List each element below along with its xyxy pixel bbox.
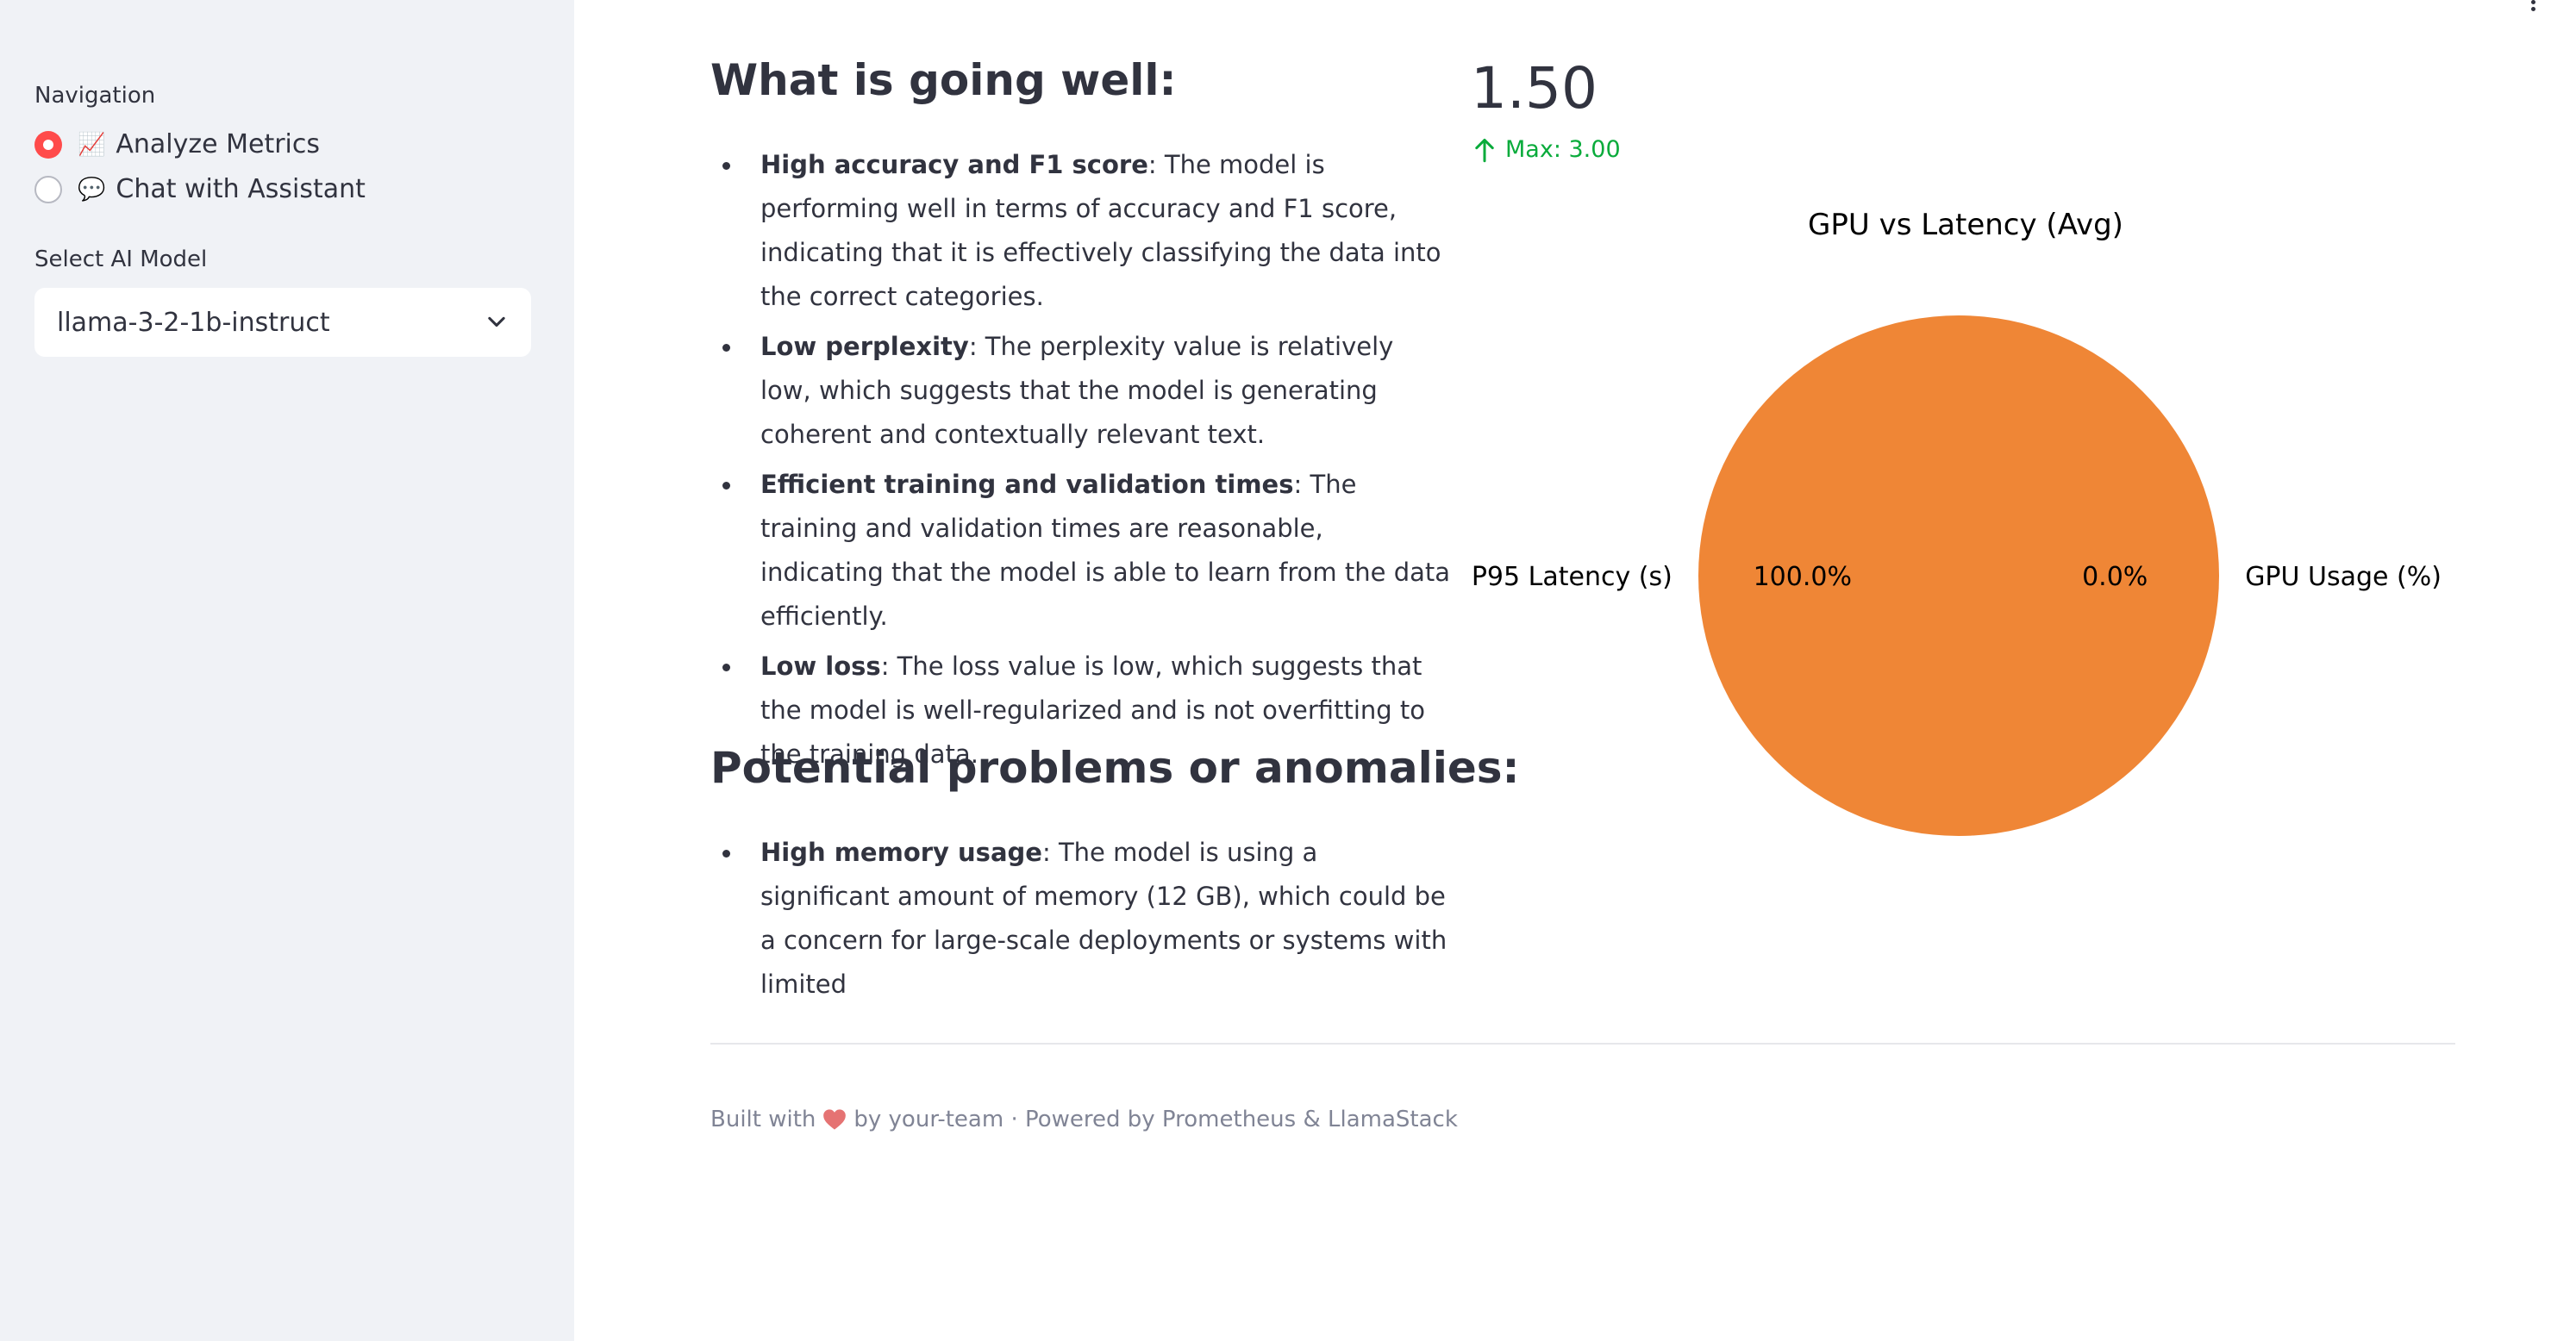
footer: Built with by your-team · Powered by Pro… [710,1107,1458,1132]
list-item: High accuracy and F1 score: The model is… [710,143,1452,319]
pie-chart: GPU vs Latency (Avg) GPU Usage (%) 0.0% P9… [1472,208,2442,836]
problems-list: High memory usage: The model is using a … [710,831,1452,1013]
nav-radio-chat-assistant[interactable]: 💬 Chat with Assistant [34,174,366,204]
radio-selected-icon[interactable] [34,130,62,159]
heart-icon [823,1109,847,1130]
list-item-bold: High accuracy and F1 score [760,150,1148,179]
list-item: High memory usage: The model is using a … [710,831,1452,1007]
nav-option-label: Analyze Metrics [116,129,321,159]
footer-divider [710,1043,2455,1045]
footer-prefix: Built with [710,1107,816,1132]
list-item-bold: High memory usage [760,838,1042,867]
list-item-bold: Efficient training and validation times [760,470,1294,499]
model-select-label: Select AI Model [34,246,208,272]
nav-radio-analyze-metrics[interactable]: 📈 Analyze Metrics [34,129,320,159]
chart-emoji-icon: 📈 [78,131,106,158]
app-window: Navigation 📈 Analyze Metrics 💬 Chat with… [0,0,2576,1341]
pie-percent-label: 0.0% [2082,562,2148,592]
section-title-problems: Potential problems or anomalies: [710,743,1520,793]
navigation-label: Navigation [34,83,156,109]
radio-unselected-icon[interactable] [34,175,62,203]
going-well-list: High accuracy and F1 score: The model is… [710,143,1452,783]
speech-bubble-emoji-icon: 💬 [78,176,106,203]
arrow-up-icon [1475,138,1494,162]
metric-delta-text: Max: 3.00 [1505,136,1621,163]
list-item: Efficient training and validation times:… [710,463,1452,639]
section-title-going-well: What is going well: [710,55,1177,105]
pie-category-label: GPU Usage (%) [2245,562,2442,592]
pie-category-label: P95 Latency (s) [1472,562,1673,592]
chevron-down-icon [488,316,505,327]
footer-suffix: by your-team · Powered by Prometheus & L… [853,1107,1458,1132]
model-select-value: llama-3-2-1b-instruct [57,307,330,338]
metric-delta: Max: 3.00 [1472,136,1621,163]
sidebar: Navigation 📈 Analyze Metrics 💬 Chat with… [0,0,574,1341]
metric-value: 1.50 [1471,55,1597,122]
nav-option-label: Chat with Assistant [116,174,366,204]
chart-title: GPU vs Latency (Avg) [1808,208,2123,242]
pie-percent-label: 100.0% [1754,562,1852,592]
list-item: Low perplexity: The perplexity value is … [710,325,1452,457]
model-select[interactable]: llama-3-2-1b-instruct [34,288,531,357]
list-item-bold: Low loss [760,652,881,681]
list-item-bold: Low perplexity [760,332,969,361]
main-menu-icon[interactable] [2524,0,2542,12]
